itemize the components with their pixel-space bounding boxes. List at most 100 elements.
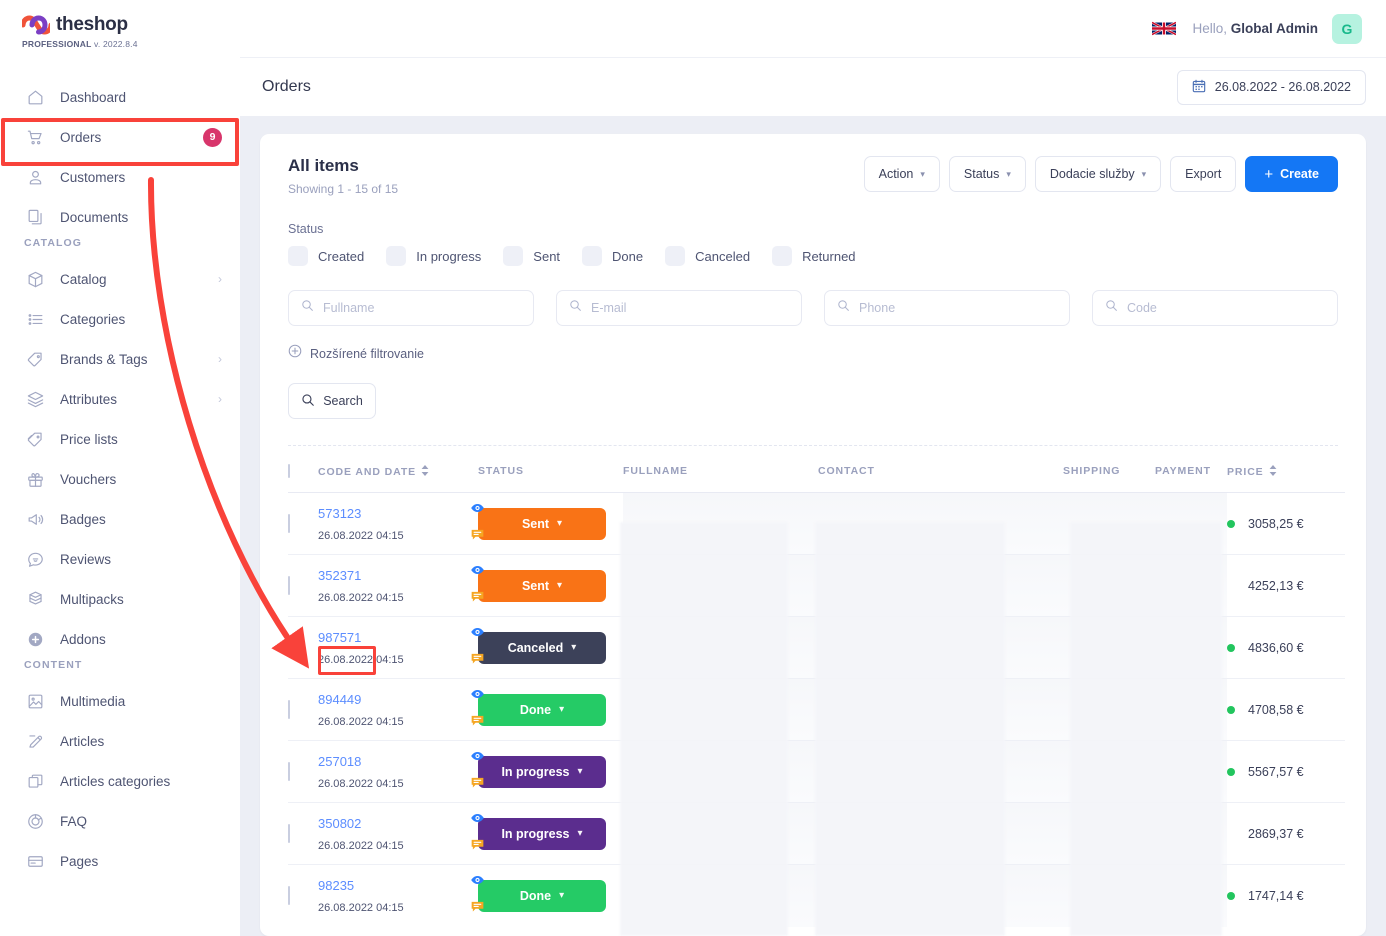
status-pill[interactable]: In progress ▾ xyxy=(478,755,606,788)
status-pill[interactable]: In progress ▾ xyxy=(478,817,606,850)
status-pill[interactable]: Canceled ▾ xyxy=(478,631,606,664)
code-input[interactable] xyxy=(1127,301,1325,315)
sidebar-item-badges[interactable]: Badges xyxy=(0,499,240,539)
checkbox-box[interactable] xyxy=(772,246,793,266)
eye-icon[interactable] xyxy=(470,810,485,830)
order-code-link[interactable]: 98235 xyxy=(318,878,354,893)
comment-icon[interactable] xyxy=(470,713,485,733)
status-checkbox-in-progress[interactable]: In progress xyxy=(386,246,481,266)
table-header-row: CODE AND DATE STATUS FULLNAME CONTACT SHIPPI… xyxy=(288,446,1345,493)
row-checkbox[interactable] xyxy=(288,885,290,905)
sidebar-item-articles-categories[interactable]: Articles categories xyxy=(0,761,240,801)
sidebar-item-vouchers[interactable]: Vouchers xyxy=(0,459,240,499)
row-checkbox[interactable] xyxy=(288,575,290,595)
avatar[interactable]: G xyxy=(1332,13,1362,44)
row-checkbox[interactable] xyxy=(288,637,290,657)
sidebar-item-brands-tags[interactable]: Brands & Tags › xyxy=(0,339,240,379)
column-header-code-and-date[interactable]: CODE AND DATE xyxy=(318,446,478,493)
sidebar-item-multipacks[interactable]: Multipacks xyxy=(0,579,240,619)
eye-icon[interactable] xyxy=(470,562,485,582)
fullname-input[interactable] xyxy=(323,301,521,315)
checkbox-box[interactable] xyxy=(386,246,407,266)
table-row[interactable]: 573123 26.08.2022 04:15 Sent ▾ 3058,25 € xyxy=(288,492,1345,555)
status-pill[interactable]: Sent ▾ xyxy=(478,507,606,540)
sidebar-item-reviews[interactable]: Reviews xyxy=(0,539,240,579)
action-button[interactable]: Action ▾ xyxy=(863,156,940,192)
table-row[interactable]: 98235 26.08.2022 04:15 Done ▾ 1747,14 € xyxy=(288,864,1345,927)
comment-icon[interactable] xyxy=(470,589,485,609)
comment-icon[interactable] xyxy=(470,527,485,547)
order-code-link[interactable]: 987571 xyxy=(318,630,361,645)
status-checkbox-canceled[interactable]: Canceled xyxy=(665,246,750,266)
comment-icon[interactable] xyxy=(470,899,485,919)
row-checkbox[interactable] xyxy=(288,823,290,843)
sidebar-item-dashboard[interactable]: Dashboard xyxy=(0,77,240,117)
search-button-label: Search xyxy=(323,394,363,408)
eye-icon[interactable] xyxy=(470,872,485,892)
uk-flag-icon[interactable] xyxy=(1152,20,1177,37)
eye-icon[interactable] xyxy=(470,624,485,644)
date-range-picker[interactable]: 26.08.2022 - 26.08.2022 xyxy=(1176,69,1366,105)
advanced-filter-toggle[interactable]: Rozšírené filtrovanie xyxy=(288,344,1338,363)
search-icon xyxy=(837,299,850,317)
row-checkbox[interactable] xyxy=(288,699,290,719)
status-checkbox-created[interactable]: Created xyxy=(288,246,364,266)
sort-icon[interactable] xyxy=(421,465,429,479)
sidebar-item-articles[interactable]: Articles xyxy=(0,721,240,761)
table-row[interactable]: 257018 26.08.2022 04:15 In progress ▾ 5567,5… xyxy=(288,740,1345,803)
checkbox-box[interactable] xyxy=(503,246,524,266)
email-input[interactable] xyxy=(591,301,789,315)
status-checkbox-returned[interactable]: Returned xyxy=(772,246,856,266)
phone-input[interactable] xyxy=(859,301,1057,315)
sidebar-item-attributes[interactable]: Attributes › xyxy=(0,379,240,419)
row-checkbox[interactable] xyxy=(288,513,290,533)
sidebar-item-faq[interactable]: FAQ xyxy=(0,801,240,841)
eye-icon[interactable] xyxy=(470,500,485,520)
sidebar-item-addons[interactable]: Addons xyxy=(0,619,240,659)
table-row[interactable]: 987571 26.08.2022 04:15 Canceled ▾ 4836,60 € xyxy=(288,616,1345,679)
status-pill[interactable]: Done ▾ xyxy=(478,693,606,726)
table-row[interactable]: 350802 26.08.2022 04:15 In progress ▾ 2869,3… xyxy=(288,802,1345,865)
sidebar-item-pages[interactable]: Pages xyxy=(0,841,240,881)
checkbox-box[interactable] xyxy=(288,246,308,266)
eye-icon[interactable] xyxy=(470,748,485,768)
row-checkbox[interactable] xyxy=(288,761,290,781)
table-row[interactable]: 352371 26.08.2022 04:15 Sent ▾ 4252,13 € xyxy=(288,554,1345,617)
email-field[interactable] xyxy=(556,290,802,326)
export-button[interactable]: Export xyxy=(1170,156,1237,192)
sidebar-item-catalog[interactable]: Catalog › xyxy=(0,259,240,299)
order-code-link[interactable]: 350802 xyxy=(318,816,361,831)
sidebar-item-multimedia[interactable]: Multimedia xyxy=(0,681,240,721)
search-button[interactable]: Search xyxy=(288,383,376,419)
comment-icon[interactable] xyxy=(470,837,485,857)
checkbox-box[interactable] xyxy=(582,246,603,266)
sidebar-item-customers[interactable]: Customers xyxy=(0,157,240,197)
status-pill[interactable]: Done ▾ xyxy=(478,879,606,912)
comment-icon[interactable] xyxy=(470,651,485,671)
sidebar-item-orders[interactable]: Orders 9 xyxy=(0,117,240,157)
create-button[interactable]: + Create xyxy=(1245,156,1338,192)
sort-icon[interactable] xyxy=(1269,465,1277,479)
select-all-checkbox[interactable] xyxy=(288,464,290,478)
dodacie-slu-by-button[interactable]: Dodacie služby ▾ xyxy=(1034,156,1162,192)
price-cell: 4836,60 € xyxy=(1227,616,1345,679)
sidebar-item-documents[interactable]: Documents xyxy=(0,197,240,237)
order-code-link[interactable]: 257018 xyxy=(318,754,361,769)
status-checkbox-done[interactable]: Done xyxy=(582,246,643,266)
order-code-link[interactable]: 352371 xyxy=(318,568,361,583)
column-header-price[interactable]: PRICE xyxy=(1227,446,1345,493)
phone-field[interactable] xyxy=(824,290,1070,326)
checkbox-box[interactable] xyxy=(665,246,686,266)
eye-icon[interactable] xyxy=(470,686,485,706)
order-code-link[interactable]: 573123 xyxy=(318,506,361,521)
status-checkbox-sent[interactable]: Sent xyxy=(503,246,560,266)
table-row[interactable]: 894449 26.08.2022 04:15 Done ▾ 4708,58 € xyxy=(288,678,1345,741)
fullname-field[interactable] xyxy=(288,290,534,326)
comment-icon[interactable] xyxy=(470,775,485,795)
order-code-link[interactable]: 894449 xyxy=(318,692,361,707)
sidebar-item-price-lists[interactable]: Price lists xyxy=(0,419,240,459)
status-button[interactable]: Status ▾ xyxy=(948,156,1026,192)
status-pill[interactable]: Sent ▾ xyxy=(478,569,606,602)
sidebar-item-categories[interactable]: Categories xyxy=(0,299,240,339)
code-field[interactable] xyxy=(1092,290,1338,326)
